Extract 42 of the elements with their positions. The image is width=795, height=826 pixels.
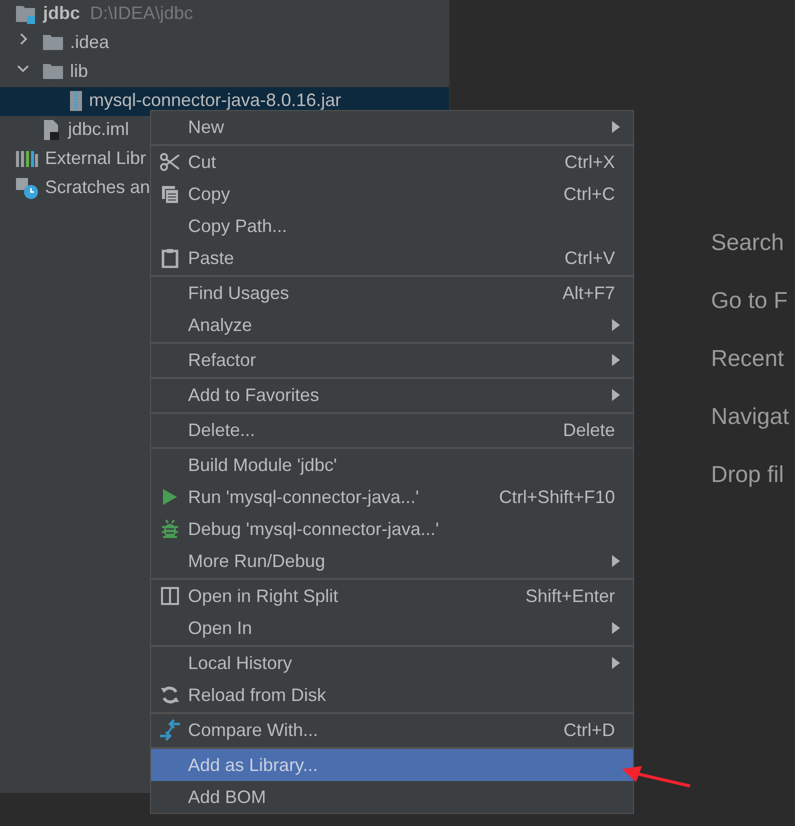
menu-label: Paste xyxy=(188,248,236,268)
menu-label: Add BOM xyxy=(188,786,268,808)
menu-label: Reload from Disk xyxy=(188,684,328,706)
shortcut-label: Ctrl+Shift+F10 xyxy=(498,486,615,508)
tree-label: Scratches an xyxy=(45,177,150,197)
shortcut-label: Delete xyxy=(562,420,615,440)
menu-label: Find Usages xyxy=(188,282,290,304)
project-path: D:\IDEA\jdbc xyxy=(90,3,194,23)
editor-hint: Go to F xyxy=(711,287,789,313)
menu-label: Copy Path... xyxy=(188,216,288,236)
editor-hint: Drop fil xyxy=(711,461,785,487)
menu-label: Debug 'mysql-connector-java...' xyxy=(188,518,440,540)
menu-label: Cut xyxy=(188,152,218,172)
menu-label: Analyze xyxy=(188,314,254,336)
menu-label: Compare With... xyxy=(188,720,320,740)
menu-label: Copy xyxy=(188,184,232,204)
shortcut-label: Ctrl+D xyxy=(563,720,615,740)
tree-label: External Libr xyxy=(45,148,146,168)
menu-label: Local History xyxy=(188,652,294,674)
menu-label: Open In xyxy=(188,618,254,638)
tree-label: jdbc.iml xyxy=(68,119,130,139)
shortcut-label: Alt+F7 xyxy=(562,282,615,304)
shortcut-label: Shift+Enter xyxy=(525,586,615,606)
menu-label: Open in Right Split xyxy=(188,586,340,606)
menu-label: Delete... xyxy=(188,420,256,440)
menu-label: Refactor xyxy=(188,350,258,370)
menu-label: Run 'mysql-connector-java...' xyxy=(188,486,420,508)
shortcut-label: Ctrl+V xyxy=(564,248,615,268)
shortcut-label: Ctrl+C xyxy=(563,184,615,204)
tree-label: .idea xyxy=(70,32,110,52)
tree-label: jdbc xyxy=(43,3,80,23)
menu-label: Add as Library... xyxy=(188,754,319,776)
menu-label: Add to Favorites xyxy=(188,384,320,406)
menu-label: More Run/Debug xyxy=(188,550,326,572)
menu-label: Build Module 'jdbc' xyxy=(188,454,338,476)
tree-label: lib xyxy=(70,61,88,81)
editor-hint: Recent xyxy=(711,345,785,371)
editor-hint: Navigat xyxy=(711,403,790,429)
menu-label: New xyxy=(188,116,226,138)
shortcut-label: Ctrl+X xyxy=(564,152,615,172)
tree-label: mysql-connector-java-8.0.16.jar xyxy=(89,90,342,110)
editor-hint: Search xyxy=(711,229,785,255)
